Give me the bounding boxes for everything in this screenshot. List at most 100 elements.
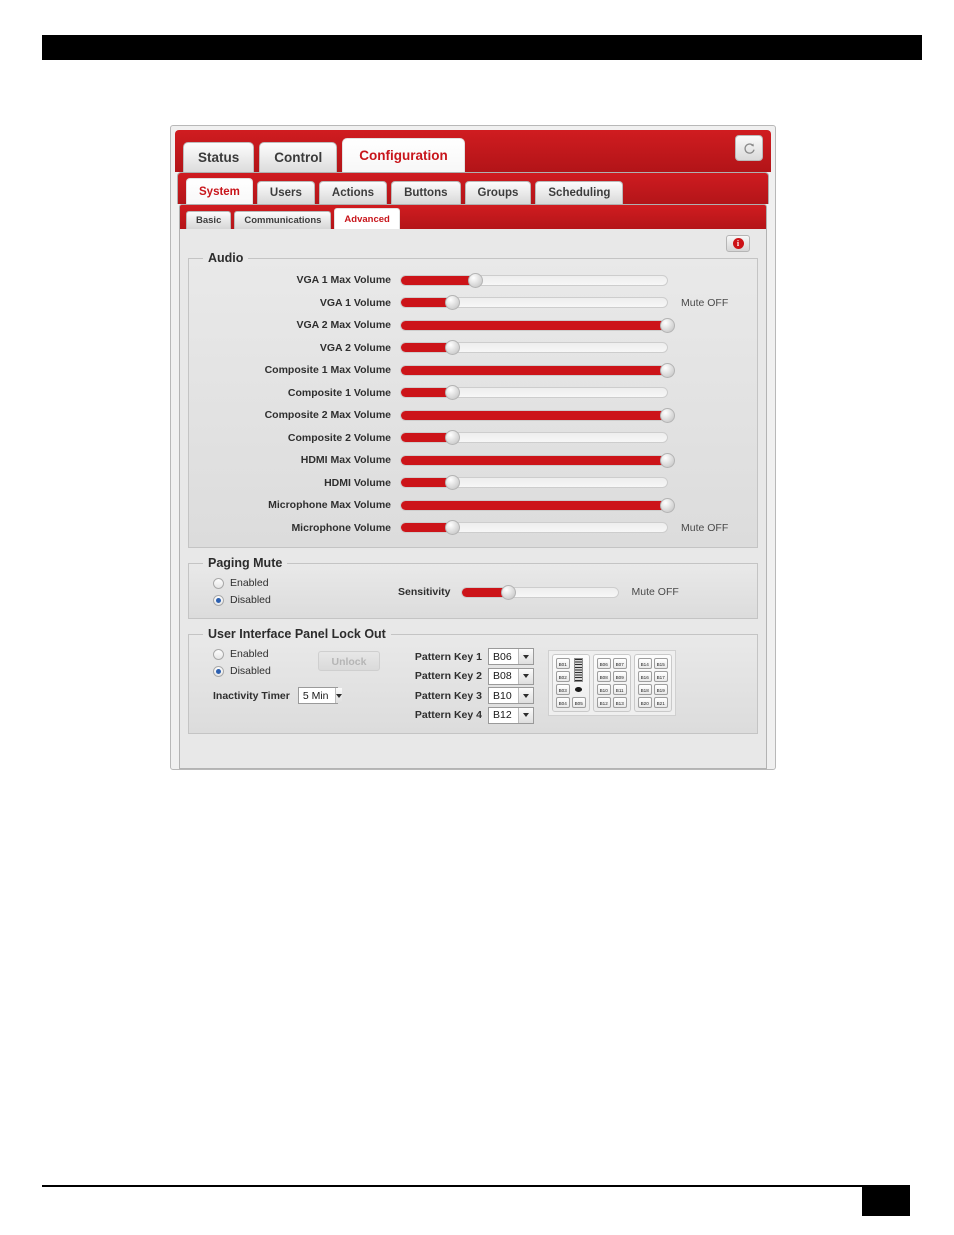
slider-knob[interactable] xyxy=(660,407,675,423)
pattern-key-label: Pattern Key 1 xyxy=(414,650,482,663)
lockout-enabled-option[interactable]: Enabled xyxy=(213,647,318,661)
refresh-button[interactable] xyxy=(735,135,763,161)
keypad-button-b17: B17 xyxy=(653,671,668,682)
slider-knob[interactable] xyxy=(660,317,675,333)
sensitivity-slider[interactable] xyxy=(460,584,619,600)
pattern-key-row: Pattern Key 4 B12 xyxy=(404,706,534,726)
keypad-panel-3: B14 B16 B18 B20 B15 B17 B19 B21 xyxy=(633,654,672,712)
audio-slider[interactable] xyxy=(400,362,675,378)
pattern-key-row: Pattern Key 2 B08 xyxy=(404,667,534,687)
keypad-diagram: B01 B02 B03 B04 B05 B06 B08 B10 B12 B07 B09 B11 B… xyxy=(547,650,676,716)
info-button[interactable]: i xyxy=(726,235,750,252)
keypad-button-b18: B18 xyxy=(637,684,652,695)
tab-scheduling[interactable]: Scheduling xyxy=(535,181,624,204)
slider-knob[interactable] xyxy=(444,475,460,491)
tab-groups[interactable]: Groups xyxy=(464,181,532,204)
keypad-panel-3-column-b: B15 B17 B19 B21 xyxy=(653,658,668,708)
audio-slider[interactable] xyxy=(400,340,668,356)
tab-communications[interactable]: Communications xyxy=(234,211,332,229)
pattern-key-select[interactable]: B06 xyxy=(488,648,534,666)
audio-slider[interactable] xyxy=(400,272,668,288)
slider-knob[interactable] xyxy=(468,272,484,288)
chevron-down-icon[interactable] xyxy=(517,668,533,684)
audio-slider[interactable] xyxy=(400,295,668,311)
slider-knob[interactable] xyxy=(444,430,460,446)
refresh-icon xyxy=(743,142,755,154)
keypad-button-b14: B14 xyxy=(637,658,652,669)
tab-basic[interactable]: Basic xyxy=(186,211,232,229)
tab-status[interactable]: Status xyxy=(183,142,255,172)
audio-slider[interactable] xyxy=(400,407,675,423)
audio-slider-label: Microphone Volume xyxy=(291,521,391,534)
audio-slider[interactable] xyxy=(400,475,668,491)
slider-fill xyxy=(401,500,667,510)
lockout-disabled-option[interactable]: Disabled xyxy=(213,664,318,678)
secondary-tab-bar: System Users Actions Buttons Groups Sche… xyxy=(177,172,769,204)
audio-mute-status: Mute OFF xyxy=(681,521,729,534)
audio-slider[interactable] xyxy=(400,385,668,401)
audio-slider-row: HDMI Volume xyxy=(199,472,747,495)
pattern-key-label: Pattern Key 3 xyxy=(414,689,482,702)
audio-slider[interactable] xyxy=(400,430,668,446)
primary-tab-bar: Status Control Configuration xyxy=(175,130,771,172)
slider-fill xyxy=(401,365,667,375)
tab-configuration[interactable]: Configuration xyxy=(342,138,465,172)
keypad-button-b05: B05 xyxy=(571,697,586,708)
page-footer-black-box xyxy=(862,1186,910,1216)
keypad-button-b11: B11 xyxy=(612,684,627,695)
audio-slider[interactable] xyxy=(400,452,675,468)
audio-slider[interactable] xyxy=(400,497,675,513)
audio-slider-row: VGA 1 Max Volume xyxy=(199,269,747,292)
audio-slider-label: VGA 1 Max Volume xyxy=(296,274,391,287)
radio-icon[interactable] xyxy=(213,577,224,589)
audio-slider-row: Composite 2 Volume xyxy=(199,427,747,450)
radio-icon[interactable] xyxy=(213,594,224,606)
unlock-button[interactable]: Unlock xyxy=(318,651,380,671)
audio-group-legend: Audio xyxy=(208,251,244,265)
audio-slider[interactable] xyxy=(400,317,675,333)
slider-knob[interactable] xyxy=(444,340,460,356)
chevron-down-icon[interactable] xyxy=(517,649,533,665)
slider-knob[interactable] xyxy=(660,362,675,378)
pattern-key-value: B12 xyxy=(493,709,512,722)
chevron-down-icon[interactable] xyxy=(517,707,533,723)
tab-control[interactable]: Control xyxy=(259,142,338,172)
pattern-key-select[interactable]: B12 xyxy=(488,706,534,724)
keypad-button-b19: B19 xyxy=(653,684,668,695)
slider-knob[interactable] xyxy=(444,385,460,401)
tab-users[interactable]: Users xyxy=(256,181,315,204)
audio-slider-list: VGA 1 Max Volume VGA 1 Volume Mute OFF VGA … xyxy=(199,269,747,539)
pattern-key-label: Pattern Key 4 xyxy=(414,709,482,722)
pattern-key-row: Pattern Key 1 B06 xyxy=(404,647,534,667)
page-footer-rule xyxy=(42,1185,910,1187)
tab-buttons[interactable]: Buttons xyxy=(391,181,461,204)
audio-slider-label: HDMI Max Volume xyxy=(300,454,391,467)
paging-mute-group: Paging Mute Enabled Disabled Sensitivity xyxy=(188,556,758,619)
paging-mute-enabled-option[interactable]: Enabled xyxy=(213,576,398,590)
radio-icon[interactable] xyxy=(213,648,224,660)
slider-fill xyxy=(401,433,452,443)
chevron-down-icon[interactable] xyxy=(517,688,533,704)
sensitivity-label: Sensitivity xyxy=(398,586,451,598)
paging-mute-disabled-option[interactable]: Disabled xyxy=(213,593,398,607)
tab-advanced[interactable]: Advanced xyxy=(334,208,400,229)
keypad-panel-3-column-a: B14 B16 B18 B20 xyxy=(637,658,652,708)
audio-slider[interactable] xyxy=(400,520,668,536)
pattern-key-select[interactable]: B10 xyxy=(488,687,534,705)
slider-knob[interactable] xyxy=(444,520,460,536)
keypad-panel-1-left-column: B01 B02 B03 B04 xyxy=(555,658,570,708)
keypad-button-b06: B06 xyxy=(596,658,611,669)
radio-icon[interactable] xyxy=(213,665,224,677)
tab-actions[interactable]: Actions xyxy=(318,181,388,204)
keypad-button-b15: B15 xyxy=(653,658,668,669)
audio-slider-row: Composite 2 Max Volume xyxy=(199,404,747,427)
tab-system[interactable]: System xyxy=(186,178,253,204)
page-top-black-bar xyxy=(42,35,922,60)
pattern-key-select[interactable]: B08 xyxy=(488,667,534,685)
audio-slider-row: Microphone Max Volume xyxy=(199,494,747,517)
slider-knob[interactable] xyxy=(444,295,460,311)
slider-knob[interactable] xyxy=(660,452,675,468)
paging-mute-status: Mute OFF xyxy=(631,586,679,598)
slider-knob[interactable] xyxy=(501,584,517,600)
slider-knob[interactable] xyxy=(660,497,675,513)
